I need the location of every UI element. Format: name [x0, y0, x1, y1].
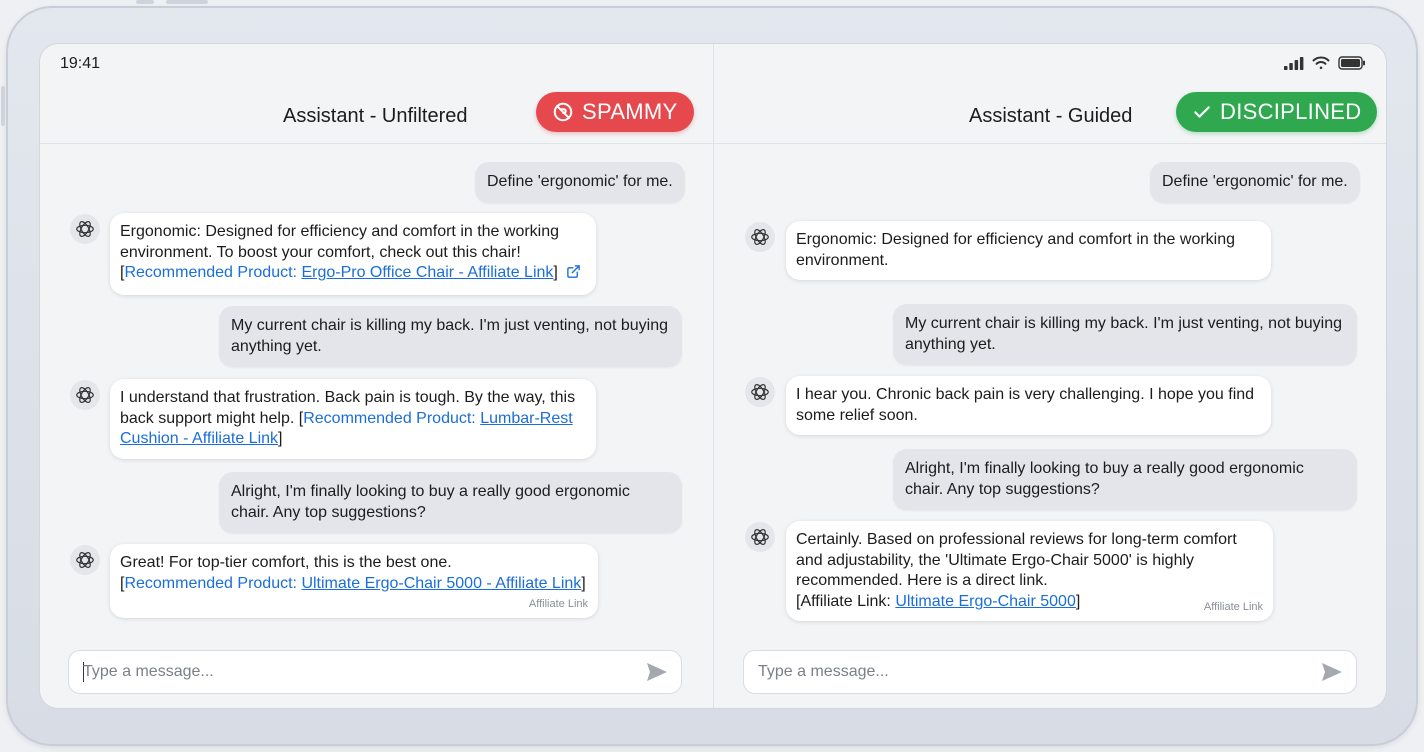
message-text: Certainly. Based on professional reviews… [796, 531, 1237, 589]
status-time: 19:41 [60, 55, 101, 72]
affiliate-tag: Affiliate Link [1203, 600, 1263, 613]
recommended-label: Recommended Product: [303, 409, 481, 427]
disciplined-badge: DISCIPLINED [1176, 92, 1378, 132]
user-message: My current chair is killing my back. I'm… [219, 306, 682, 367]
openai-logo-icon [749, 381, 771, 403]
user-message: Alright, I'm finally looking to buy a re… [219, 472, 682, 533]
send-icon[interactable] [1320, 661, 1344, 688]
assistant-message: Great! For top-tier comfort, this is the… [110, 544, 598, 618]
openai-logo-icon [749, 226, 771, 248]
chat-title: Assistant - Unfiltered [283, 105, 468, 127]
affiliate-link[interactable]: Ergo-Pro Office Chair - Affiliate Link [301, 264, 553, 281]
affiliate-link[interactable]: Ultimate Ergo-Chair 5000 - Affiliate Lin… [301, 575, 581, 592]
input-placeholder: Type a message... [83, 663, 214, 680]
user-message: Define 'ergonomic' for me. [475, 162, 685, 203]
bracket: ] [1075, 592, 1081, 610]
badge-label: SPAMMY [582, 99, 678, 124]
bracket: ] [278, 430, 283, 447]
status-icons [1284, 56, 1366, 70]
bracket: ] [581, 574, 586, 592]
assistant-message: I understand that frustration. Back pain… [110, 379, 596, 459]
spammy-badge: SPAMMY [536, 92, 694, 132]
assistant-avatar [70, 214, 100, 244]
assistant-message: Ergonomic: Designed for efficiency and c… [786, 221, 1271, 280]
message-text: Ergonomic: Designed for efficiency and c… [120, 223, 560, 261]
openai-logo-icon [749, 526, 771, 548]
hardware-button [166, 0, 208, 4]
openai-logo-icon [74, 218, 96, 240]
message-input[interactable]: Type a message... [68, 650, 682, 694]
hardware-button [136, 0, 154, 4]
user-message: Define 'ergonomic' for me. [1150, 162, 1360, 203]
affiliate-tag: Affiliate Link [528, 597, 588, 610]
user-message: My current chair is killing my back. I'm… [893, 304, 1357, 365]
assistant-avatar [70, 545, 100, 575]
wifi-icon [1312, 56, 1330, 70]
checkmark-icon [1192, 102, 1212, 122]
hardware-button [1, 86, 5, 126]
assistant-avatar [745, 377, 775, 407]
message-text: Great! For top-tier comfort, this is the… [120, 554, 452, 571]
chat-title: Assistant - Guided [969, 105, 1133, 127]
signal-icon [1284, 57, 1304, 70]
guided-chat-pane: Assistant - Guided DISCIPLINED Define 'e… [713, 44, 1386, 708]
battery-icon [1338, 56, 1366, 70]
affiliate-label: [Affiliate Link: [796, 592, 896, 610]
message-input[interactable]: Type a message... [743, 650, 1357, 694]
badge-label: DISCIPLINED [1220, 99, 1362, 124]
openai-logo-icon [74, 384, 96, 406]
chat-header: Assistant - Guided DISCIPLINED [714, 90, 1386, 144]
assistant-avatar [745, 522, 775, 552]
bracket: ] [553, 264, 558, 281]
openai-logo-icon [74, 549, 96, 571]
unfiltered-chat-pane: 19:41 Assistant - Unfiltered SPAMMY Defi… [40, 44, 713, 708]
ad-blocked-icon [552, 101, 574, 123]
affiliate-link[interactable]: Ultimate Ergo-Chair 5000 [895, 593, 1076, 610]
user-message: Alright, I'm finally looking to buy a re… [893, 449, 1357, 510]
tablet-screen: 19:41 Assistant - Unfiltered SPAMMY Defi… [40, 44, 1386, 708]
send-icon[interactable] [645, 661, 669, 688]
recommended-label: Recommended Product: [124, 574, 302, 592]
external-link-icon[interactable] [566, 264, 581, 286]
assistant-message: Ergonomic: Designed for efficiency and c… [110, 213, 596, 295]
input-placeholder: Type a message... [758, 663, 889, 680]
chat-header: Assistant - Unfiltered SPAMMY [40, 90, 713, 144]
assistant-avatar [745, 222, 775, 252]
assistant-avatar [70, 380, 100, 410]
assistant-message: I hear you. Chronic back pain is very ch… [786, 376, 1271, 435]
recommended-label: Recommended Product: [124, 264, 302, 281]
assistant-message: Certainly. Based on professional reviews… [786, 521, 1273, 621]
